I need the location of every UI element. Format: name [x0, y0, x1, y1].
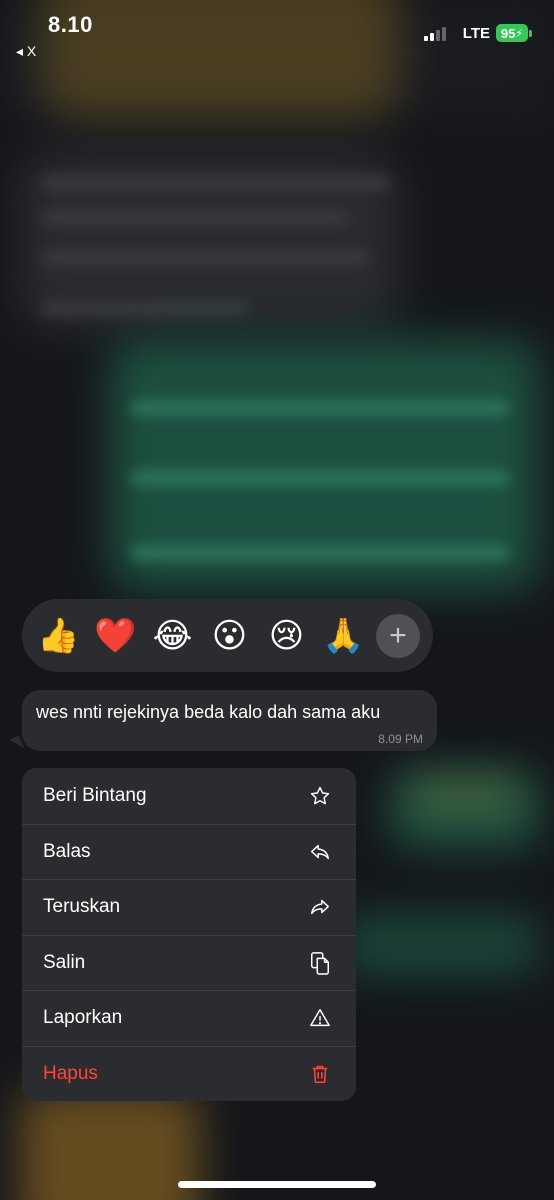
back-to-app-link[interactable]: ◂ X: [16, 43, 36, 60]
menu-item-copy[interactable]: Salin: [22, 934, 356, 991]
menu-item-delete[interactable]: Hapus: [22, 1045, 356, 1102]
reaction-picker: 👍 ❤️ 😂 😮 😢 🙏 +: [22, 599, 433, 672]
reaction-heart[interactable]: ❤️: [87, 607, 144, 664]
warning-icon: [308, 1006, 332, 1030]
reaction-pray[interactable]: 🙏: [315, 607, 372, 664]
signal-strength-icon: [424, 27, 446, 41]
status-bar: 8.10 ◂ X LTE 95 ⚡: [0, 0, 554, 70]
menu-item-label: Teruskan: [43, 896, 121, 918]
menu-item-forward[interactable]: Teruskan: [22, 879, 356, 935]
battery-tip: [529, 30, 532, 37]
context-menu: Beri Bintang Balas Teruskan Salin Lapork…: [22, 768, 356, 1101]
message-timestamp: 8.09 PM: [378, 732, 423, 746]
reaction-surprised[interactable]: 😮: [201, 607, 258, 664]
menu-item-report[interactable]: Laporkan: [22, 990, 356, 1046]
forward-icon: [308, 895, 332, 919]
reaction-crying[interactable]: 😢: [258, 607, 315, 664]
menu-item-reply[interactable]: Balas: [22, 823, 356, 880]
copy-icon: [308, 951, 332, 975]
star-icon: [308, 784, 332, 808]
reaction-tears-of-joy[interactable]: 😂: [144, 607, 201, 664]
menu-item-label: Laporkan: [43, 1007, 123, 1029]
clock: 8.10: [48, 12, 93, 37]
menu-item-label: Salin: [43, 951, 86, 973]
message-text: wes nnti rejekinya beda kalo dah sama ak…: [36, 702, 381, 722]
trash-icon: [308, 1062, 332, 1086]
more-reactions-button[interactable]: +: [376, 613, 420, 658]
network-type: LTE: [462, 25, 490, 42]
menu-item-label: Hapus: [43, 1062, 98, 1084]
reply-icon: [308, 840, 332, 864]
reaction-thumbs-up[interactable]: 👍: [30, 607, 87, 664]
home-indicator[interactable]: [178, 1181, 376, 1188]
battery-icon: 95 ⚡: [496, 24, 528, 42]
menu-item-label: Beri Bintang: [43, 784, 147, 806]
menu-item-label: Balas: [43, 840, 91, 862]
battery-level: 95: [500, 25, 516, 41]
menu-item-star[interactable]: Beri Bintang: [22, 768, 356, 824]
message-bubble[interactable]: wes nnti rejekinya beda kalo dah sama ak…: [22, 690, 437, 751]
